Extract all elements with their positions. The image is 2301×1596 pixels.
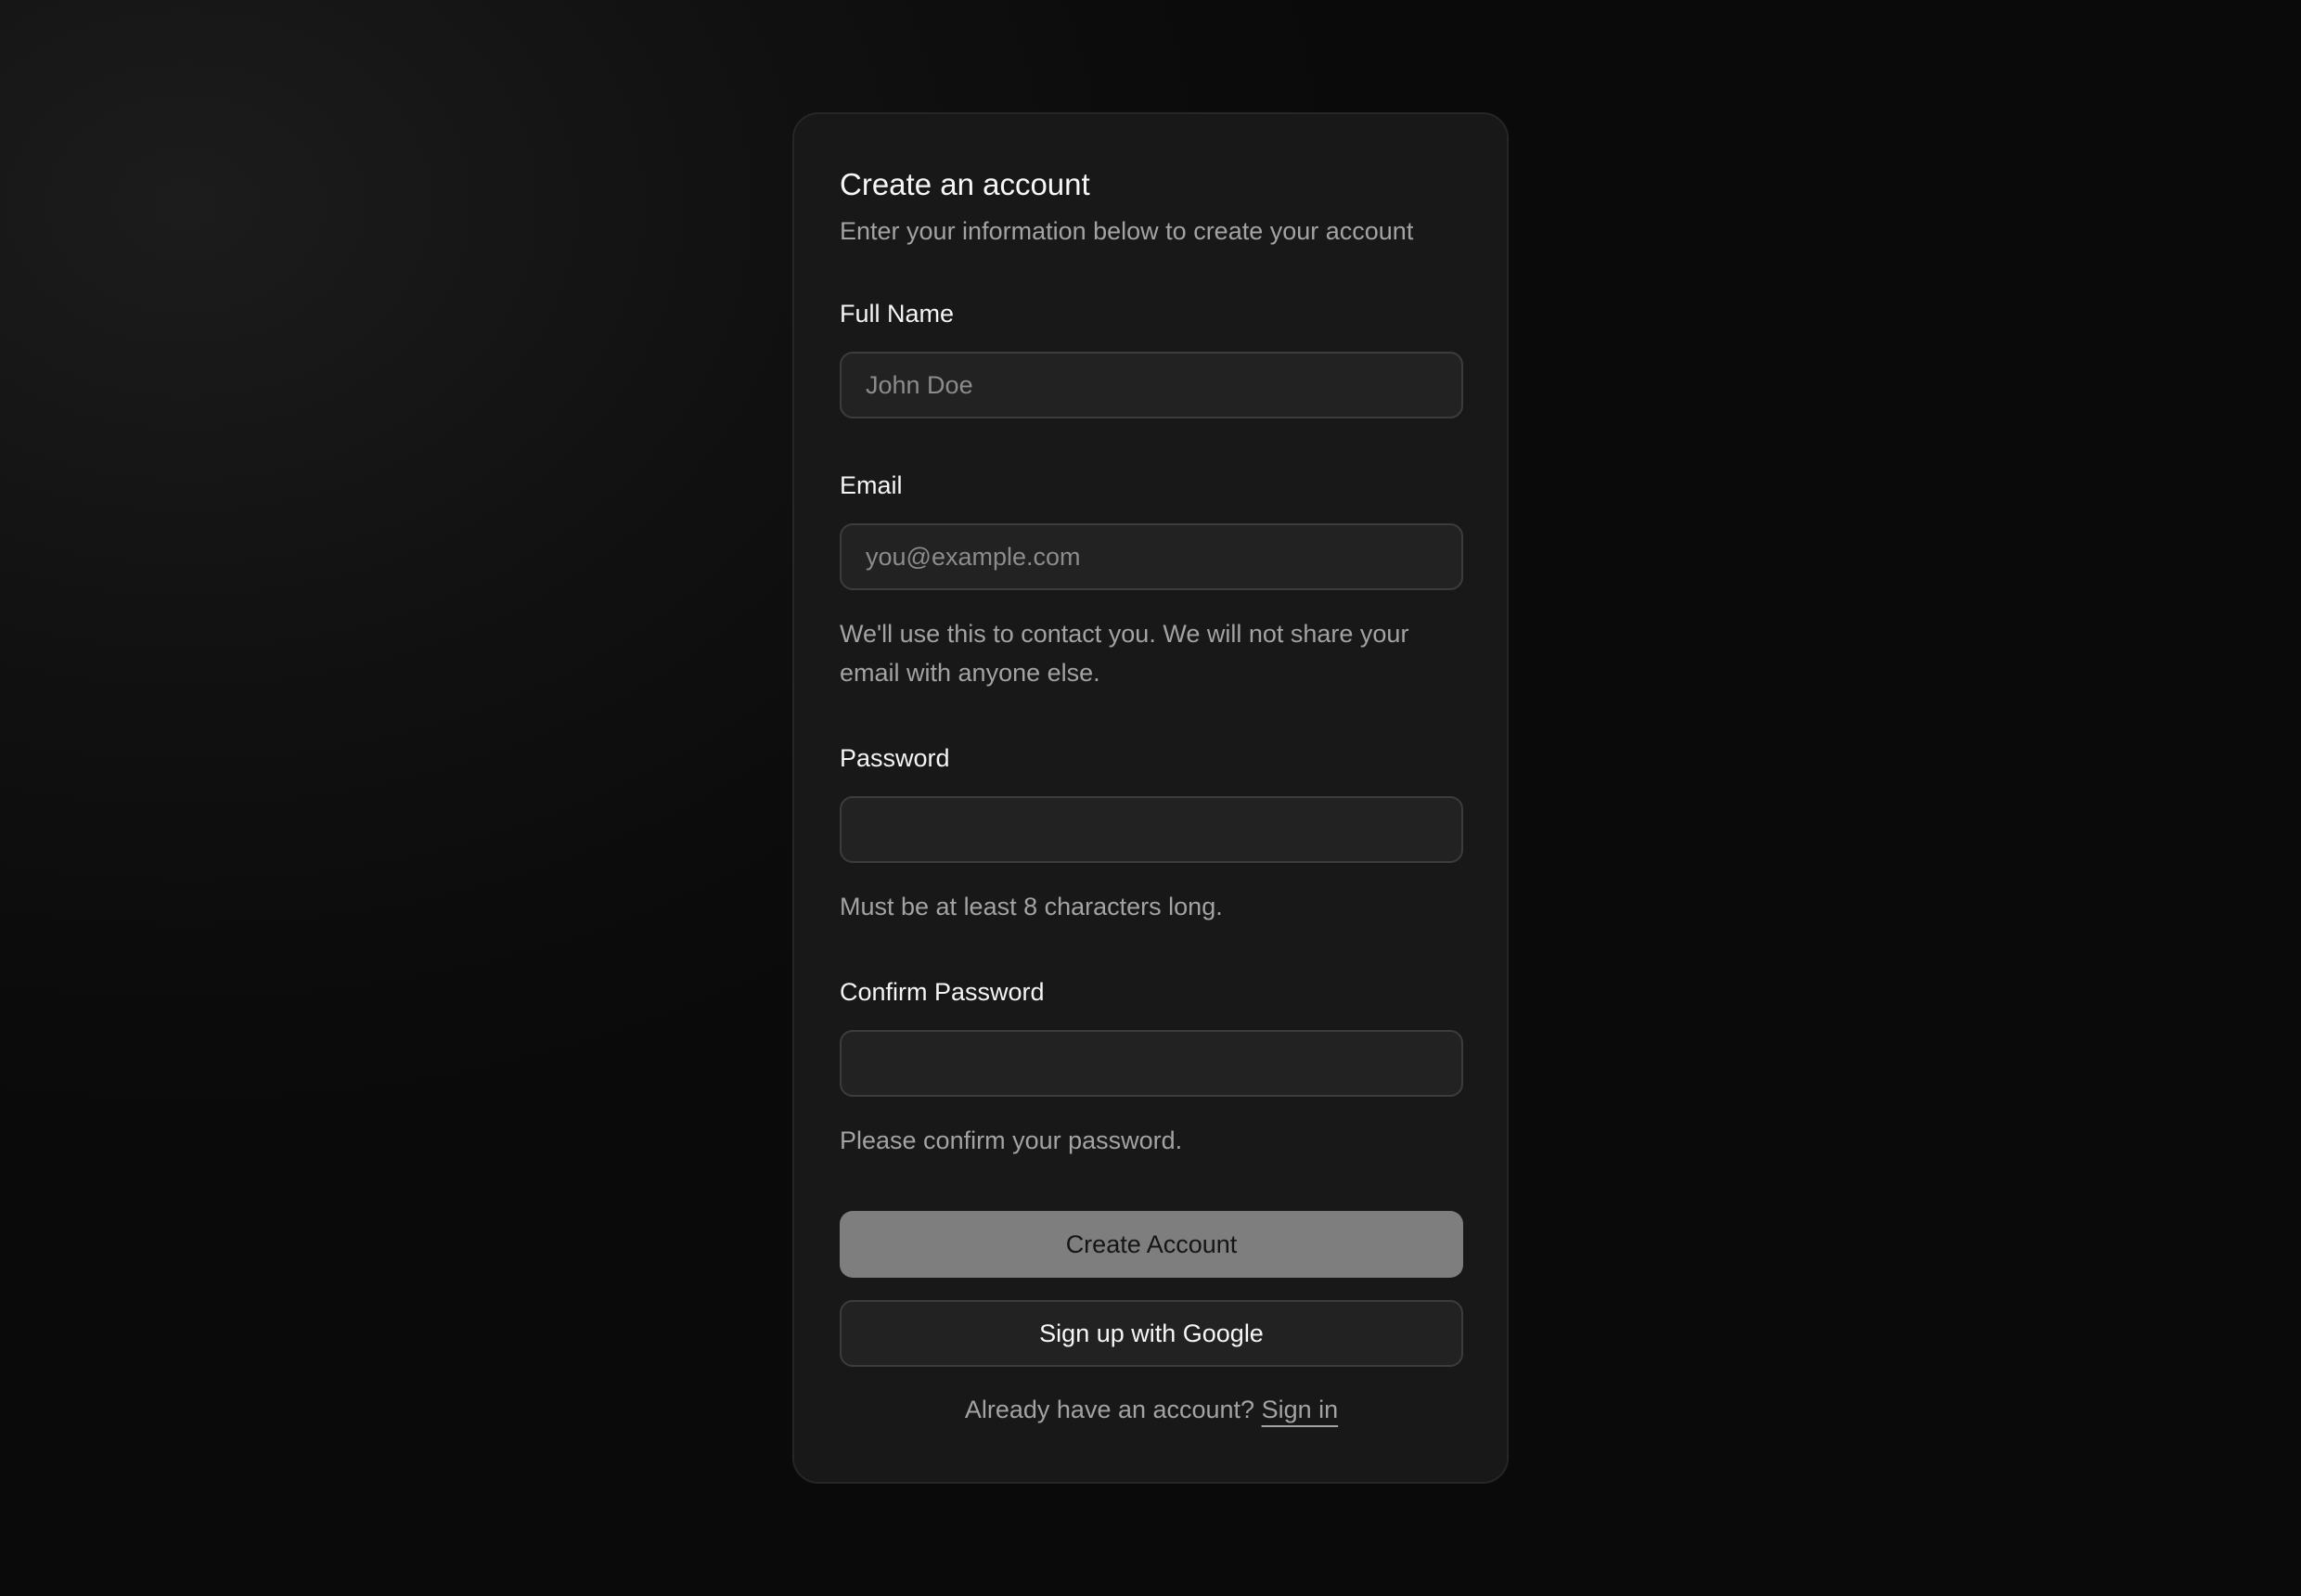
signin-link[interactable]: Sign in: [1262, 1396, 1339, 1423]
confirm-password-group: Confirm Password Please confirm your pas…: [840, 976, 1463, 1160]
email-input[interactable]: [840, 523, 1463, 590]
google-signup-button[interactable]: Sign up with Google: [840, 1300, 1463, 1367]
password-label: Password: [840, 744, 950, 772]
email-group: Email We'll use this to contact you. We …: [840, 470, 1463, 692]
signin-prompt-text: Already have an account?: [964, 1396, 1262, 1423]
create-account-button[interactable]: Create Account: [840, 1211, 1463, 1278]
email-help-text: We'll use this to contact you. We will n…: [840, 620, 1409, 687]
password-help-text: Must be at least 8 characters long.: [840, 893, 1223, 920]
password-input[interactable]: [840, 796, 1463, 863]
email-label: Email: [840, 471, 903, 499]
confirm-password-input[interactable]: [840, 1030, 1463, 1097]
password-group: Password Must be at least 8 characters l…: [840, 742, 1463, 926]
signup-card: Create an account Enter your information…: [792, 112, 1509, 1484]
confirm-password-help-text: Please confirm your password.: [840, 1126, 1183, 1154]
signin-prompt: Already have an account? Sign in: [840, 1393, 1463, 1426]
full-name-label: Full Name: [840, 300, 955, 328]
page-title: Create an account: [840, 167, 1090, 201]
full-name-input[interactable]: [840, 352, 1463, 418]
confirm-password-label: Confirm Password: [840, 978, 1045, 1006]
full-name-group: Full Name: [840, 298, 1463, 418]
page-subtitle: Enter your information below to create y…: [840, 217, 1414, 245]
